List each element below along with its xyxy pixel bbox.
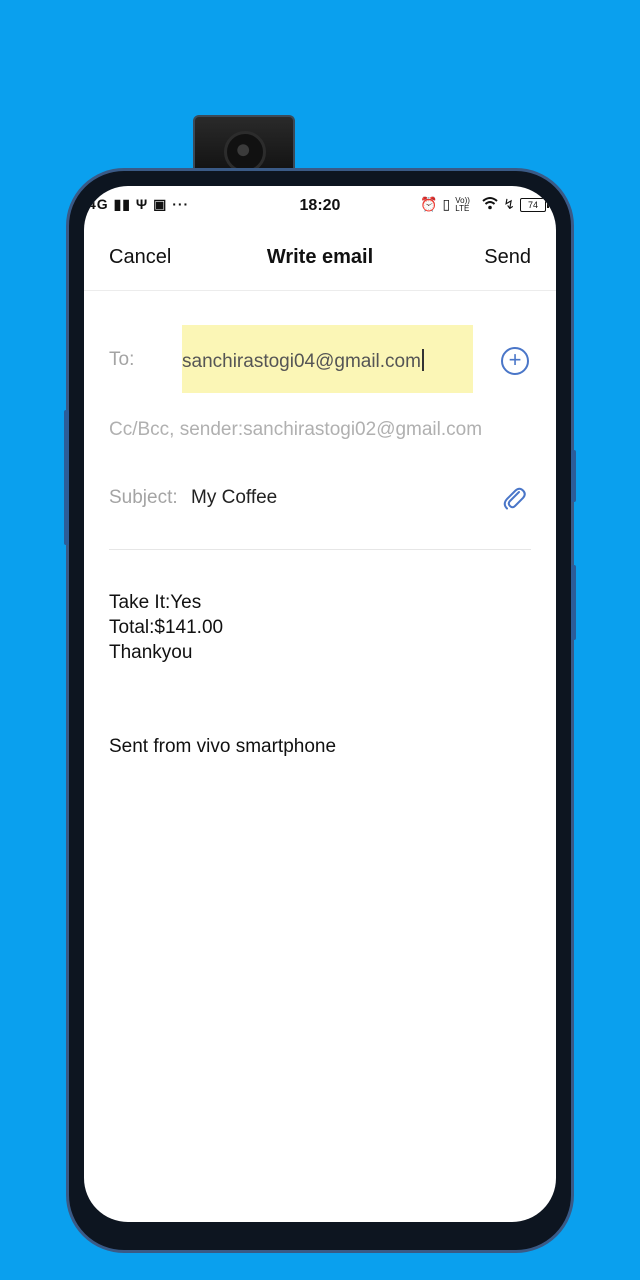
header-divider xyxy=(84,290,556,291)
battery-icon: 74 xyxy=(520,197,549,212)
status-right: ⏰ ▯ Vo)) LTE ↯ 74 xyxy=(420,195,549,213)
email-body[interactable]: Take It:Yes Total:$141.00 Thankyou xyxy=(109,590,223,665)
to-value: sanchirastogi04@gmail.com xyxy=(182,351,421,372)
plus-circle-icon[interactable]: + xyxy=(501,347,529,375)
compose-header: Cancel Write email Send xyxy=(84,238,556,278)
side-button-left xyxy=(64,410,69,545)
send-button[interactable]: Send xyxy=(484,246,531,269)
text-caret xyxy=(421,349,424,371)
charging-icon: ↯ xyxy=(503,196,515,212)
email-signature: Sent from vivo smartphone xyxy=(109,736,337,757)
vibrate-icon: ▯ xyxy=(442,196,451,212)
volte-label: Vo)) LTE xyxy=(455,195,470,213)
alarm-icon: ⏰ xyxy=(420,196,438,212)
field-divider xyxy=(109,549,531,550)
phone-screen: 4G ▮▮ Ψ ▣ ··· 18:20 ⏰ ▯ Vo)) LTE ↯ 74 Ca… xyxy=(84,186,556,1222)
to-field[interactable]: sanchirastogi04@gmail.com xyxy=(182,325,473,393)
subject-field[interactable]: My Coffee xyxy=(191,487,277,509)
subject-label: Subject: xyxy=(109,487,178,508)
side-button-right-2 xyxy=(571,565,576,640)
wifi-icon xyxy=(482,196,498,213)
side-button-right-1 xyxy=(571,450,576,502)
status-bar: 4G ▮▮ Ψ ▣ ··· 18:20 ⏰ ▯ Vo)) LTE ↯ 74 xyxy=(84,194,556,222)
body-line: Thankyou xyxy=(109,642,193,663)
paperclip-icon[interactable] xyxy=(501,484,527,512)
body-line: Take It:Yes xyxy=(109,592,202,613)
camera-lens xyxy=(224,131,266,173)
cc-bcc-field[interactable]: Cc/Bcc, sender:sanchirastogi02@gmail.com xyxy=(109,419,482,441)
body-line: Total:$141.00 xyxy=(109,617,224,638)
to-label: To: xyxy=(109,349,135,370)
